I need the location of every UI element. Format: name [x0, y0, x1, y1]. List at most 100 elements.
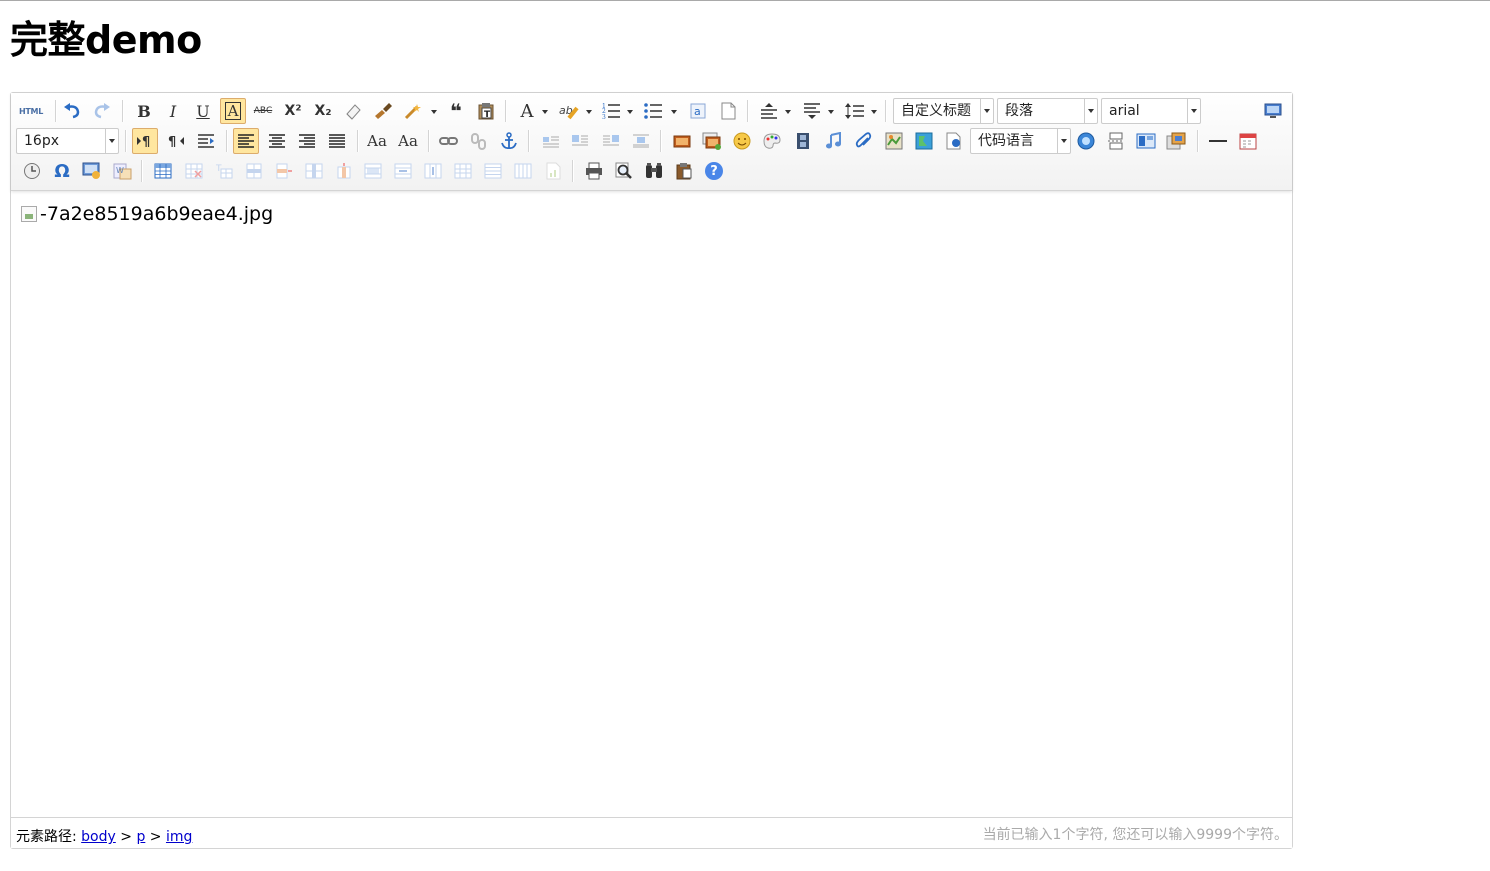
- direction-rtl-button[interactable]: ¶: [163, 128, 189, 154]
- mergecells-button[interactable]: [360, 158, 386, 184]
- source-code-button[interactable]: HTML: [17, 98, 45, 124]
- special-chars-button[interactable]: Ω: [49, 158, 75, 184]
- bold-button[interactable]: B: [131, 98, 157, 124]
- redo-button[interactable]: [89, 98, 115, 124]
- image-left-button[interactable]: [567, 128, 593, 154]
- blockquote-button[interactable]: ❝: [443, 98, 469, 124]
- splittorows-button[interactable]: [480, 158, 506, 184]
- chevron-down-icon[interactable]: [1187, 99, 1200, 123]
- editor-content-area[interactable]: -7a2e8519a6b9eae4.jpg: [11, 191, 1292, 817]
- chevron-down-icon[interactable]: [871, 110, 877, 114]
- eraser-button[interactable]: [340, 98, 366, 124]
- selectall-button[interactable]: a: [685, 98, 711, 124]
- template-button[interactable]: [1133, 128, 1159, 154]
- ordered-list-button[interactable]: 123: [599, 98, 625, 124]
- scrawl-button[interactable]: [759, 128, 785, 154]
- chevron-down-icon[interactable]: [1084, 99, 1097, 123]
- rowspacingtop-button[interactable]: [756, 98, 782, 124]
- strikethrough-button[interactable]: ABC: [250, 98, 276, 124]
- lineheight-button[interactable]: [842, 98, 868, 124]
- align-left-button[interactable]: [233, 128, 259, 154]
- map-button[interactable]: [881, 128, 907, 154]
- insertparagraphbeforetable-button[interactable]: T: [211, 158, 237, 184]
- chevron-down-icon[interactable]: [586, 110, 592, 114]
- chevron-down-icon[interactable]: [627, 110, 633, 114]
- chevron-down-icon[interactable]: [671, 110, 677, 114]
- unordered-list-button[interactable]: [641, 98, 667, 124]
- underline-button[interactable]: U: [190, 98, 216, 124]
- chevron-down-icon[interactable]: [105, 129, 118, 153]
- image-center-button[interactable]: [628, 128, 654, 154]
- path-link-img[interactable]: img: [166, 829, 192, 845]
- touppercase-button[interactable]: Aa: [364, 128, 390, 154]
- link-button[interactable]: [436, 128, 462, 154]
- subscript-button[interactable]: X₂: [310, 98, 336, 124]
- path-link-p[interactable]: p: [136, 829, 145, 845]
- anchor-button[interactable]: [496, 128, 522, 154]
- webapp-button[interactable]: [1073, 128, 1099, 154]
- deleterow-button[interactable]: [271, 158, 297, 184]
- format-painter-button[interactable]: [370, 98, 396, 124]
- italic-button[interactable]: I: [160, 98, 186, 124]
- preview-button[interactable]: [611, 158, 637, 184]
- font-family-select[interactable]: arial: [1101, 98, 1201, 124]
- indent-button[interactable]: [193, 128, 219, 154]
- drafts-button[interactable]: [671, 158, 697, 184]
- align-right-button[interactable]: [294, 128, 320, 154]
- help-button[interactable]: ?: [701, 158, 727, 184]
- font-size-select[interactable]: 16px: [16, 128, 119, 154]
- cleardoc-button[interactable]: [715, 98, 741, 124]
- charts-button[interactable]: [540, 158, 566, 184]
- undo-button[interactable]: [59, 98, 85, 124]
- insertframe-button[interactable]: [941, 128, 967, 154]
- attachment-button[interactable]: [851, 128, 877, 154]
- date-button[interactable]: [1235, 128, 1261, 154]
- insertcol-button[interactable]: [301, 158, 327, 184]
- snapscreen-button[interactable]: [79, 158, 105, 184]
- align-center-button[interactable]: [264, 128, 290, 154]
- autotypeset-button[interactable]: [400, 98, 426, 124]
- background-button[interactable]: [1163, 128, 1189, 154]
- custom-style-select[interactable]: 自定义标题: [893, 98, 994, 124]
- chevron-down-icon[interactable]: [828, 110, 834, 114]
- rowspacingbottom-button[interactable]: [799, 98, 825, 124]
- pagebreak-button[interactable]: [1103, 128, 1129, 154]
- image-right-button[interactable]: [598, 128, 624, 154]
- code-language-select[interactable]: 代码语言: [970, 128, 1071, 154]
- direction-ltr-button[interactable]: ¶: [132, 128, 158, 154]
- insert-image-button[interactable]: [699, 128, 725, 154]
- deletecol-button[interactable]: [331, 158, 357, 184]
- forecolor-button[interactable]: A: [514, 98, 540, 124]
- print-button[interactable]: [581, 158, 607, 184]
- wordimage-button[interactable]: W: [109, 158, 135, 184]
- pasteplain-button[interactable]: T: [473, 98, 499, 124]
- fullscreen-button[interactable]: [1260, 98, 1286, 124]
- deletetable-button[interactable]: [181, 158, 207, 184]
- time-button[interactable]: [19, 158, 45, 184]
- paragraph-select[interactable]: 段落: [997, 98, 1098, 124]
- simple-upload-button[interactable]: [669, 128, 695, 154]
- mergedown-button[interactable]: [420, 158, 446, 184]
- fontborder-button[interactable]: A: [220, 98, 246, 124]
- inserttable-button[interactable]: [150, 158, 176, 184]
- backcolor-button[interactable]: ab: [556, 98, 582, 124]
- gmap-button[interactable]: [911, 128, 937, 154]
- horizontal-rule-button[interactable]: [1205, 128, 1231, 154]
- chevron-down-icon[interactable]: [542, 110, 548, 114]
- align-justify-button[interactable]: [324, 128, 350, 154]
- emotion-button[interactable]: [729, 128, 755, 154]
- chevron-down-icon[interactable]: [1057, 129, 1070, 153]
- chevron-down-icon[interactable]: [431, 110, 437, 114]
- splittocols-button[interactable]: [510, 158, 536, 184]
- insertrow-button[interactable]: [241, 158, 267, 184]
- tolowercase-button[interactable]: Aa: [395, 128, 421, 154]
- path-link-body[interactable]: body: [81, 829, 116, 845]
- chevron-down-icon[interactable]: [980, 99, 993, 123]
- music-button[interactable]: [820, 128, 846, 154]
- broken-image[interactable]: -7a2e8519a6b9eae4.jpg: [21, 203, 273, 225]
- chevron-down-icon[interactable]: [785, 110, 791, 114]
- unlink-button[interactable]: [466, 128, 492, 154]
- insert-video-button[interactable]: [790, 128, 816, 154]
- image-none-button[interactable]: [538, 128, 564, 154]
- splittocells-button[interactable]: [450, 158, 476, 184]
